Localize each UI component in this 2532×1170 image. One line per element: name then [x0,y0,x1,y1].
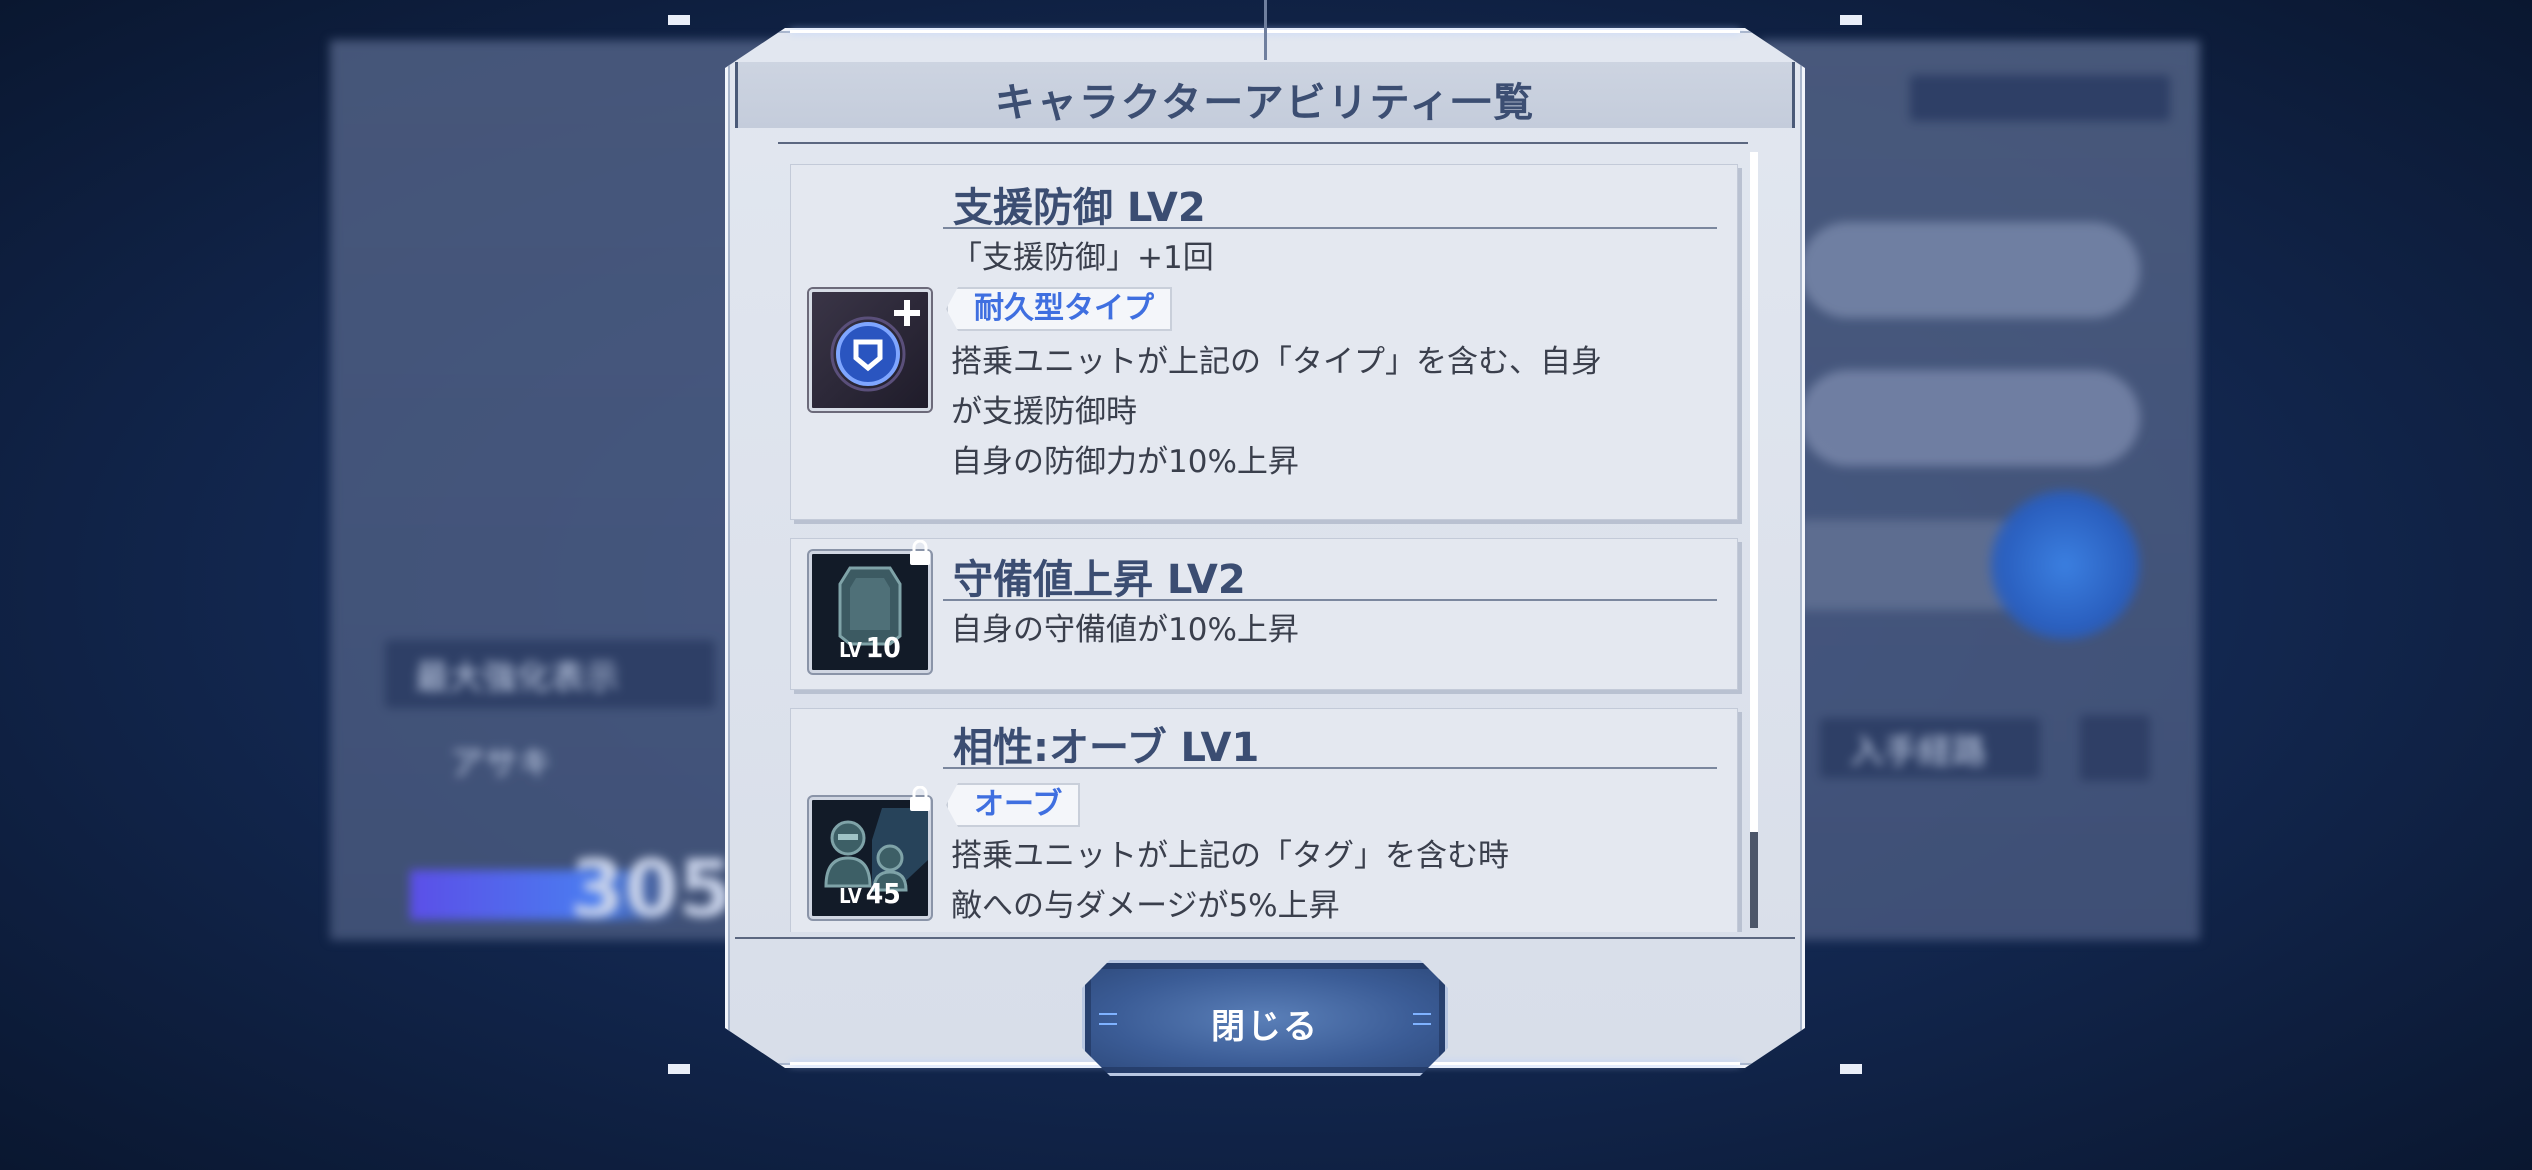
ability-card: 支援防御 LV2 「支援防御」+1回 耐久型タイプ 搭乗ユニットが上記の「タイプ… [790,164,1738,520]
modal-title-bar: キャラクターアビリティ一覧 [735,62,1795,128]
ability-effect-line: 敵への与ダメージが5%上昇 [951,888,1340,924]
background-obtain-route: 入手経路 [1820,718,2040,778]
close-button-label: 閉じる [1211,1007,1319,1047]
ability-tag: オーブ [946,783,1081,827]
ability-title-rule [943,767,1717,769]
background-number: 305 [570,845,733,935]
scrollbar-bottom [1750,832,1758,928]
ability-effect-line: 自身の防御力が10%上昇 [951,444,1299,480]
frame-corner-mark [1840,15,1862,25]
ability-condition-line: 搭乗ユニットが上記の「タイプ」を含む、自身 [951,344,1602,380]
ability-title: 守備値上昇 LV2 [953,557,1246,603]
background-right-panel [1760,40,2200,940]
shield-plus-icon [809,289,931,411]
ability-condition-line: 搭乗ユニットが上記の「タグ」を含む時 [951,838,1509,874]
ability-effect-line: 自身の守備値が10%上昇 [951,612,1299,648]
background-search-pill [1800,370,2140,466]
frame-corner-mark [1840,1064,1862,1074]
ability-title: 支援防御 LV2 [953,185,1206,231]
game-screen: 最大強化表示 アサキ 305 入手経路 キャラクターアビリティ一覧 支援防御 L… [0,0,2532,1170]
ability-condition-line: が支援防御時 [951,394,1137,430]
unlock-level-label: LV 45 [839,877,901,910]
ability-effect-line: 「支援防御」+1回 [951,240,1214,276]
ability-title-rule [943,599,1717,601]
modal-title: キャラクターアビリティ一覧 [994,80,1536,126]
frame-center-tick [1264,0,1267,60]
armor-plate-icon: LV 10 [809,539,931,673]
ability-card: LV 45 相性:オーブ LV1 オーブ 搭乗ユニットが上記の「タグ」を含む時 敵… [790,708,1738,932]
ability-title: 相性:オーブ LV1 [953,725,1260,771]
ability-type-tag: 耐久型タイプ [946,287,1172,331]
lock-icon [908,539,932,566]
unlock-level-label: LV 10 [839,631,901,664]
frame-corner-mark [668,1064,690,1074]
background-left-panel [330,40,790,940]
list-bottom-divider [735,937,1795,939]
background-top-tab [1910,75,2170,121]
ability-card: LV 10 守備値上昇 LV2 自身の守備値が10%上昇 [790,538,1738,690]
ability-list[interactable]: 支援防御 LV2 「支援防御」+1回 耐久型タイプ 搭乗ユニットが上記の「タイプ… [790,150,1750,932]
lock-icon [908,785,932,812]
scrollbar-thumb[interactable] [1750,152,1758,832]
frame-corner-mark [668,15,690,25]
ability-title-rule [943,227,1717,229]
background-doc-icon [2080,715,2150,781]
list-top-divider [778,142,1748,144]
background-orb [1990,490,2140,640]
background-character-name: アサキ [450,743,552,784]
background-max-enhance-label: 最大強化表示 [385,640,715,708]
background-pill [1800,222,2140,318]
pilot-mech-icon: LV 45 [809,785,931,919]
close-button[interactable]: 閉じる [1082,960,1448,1076]
